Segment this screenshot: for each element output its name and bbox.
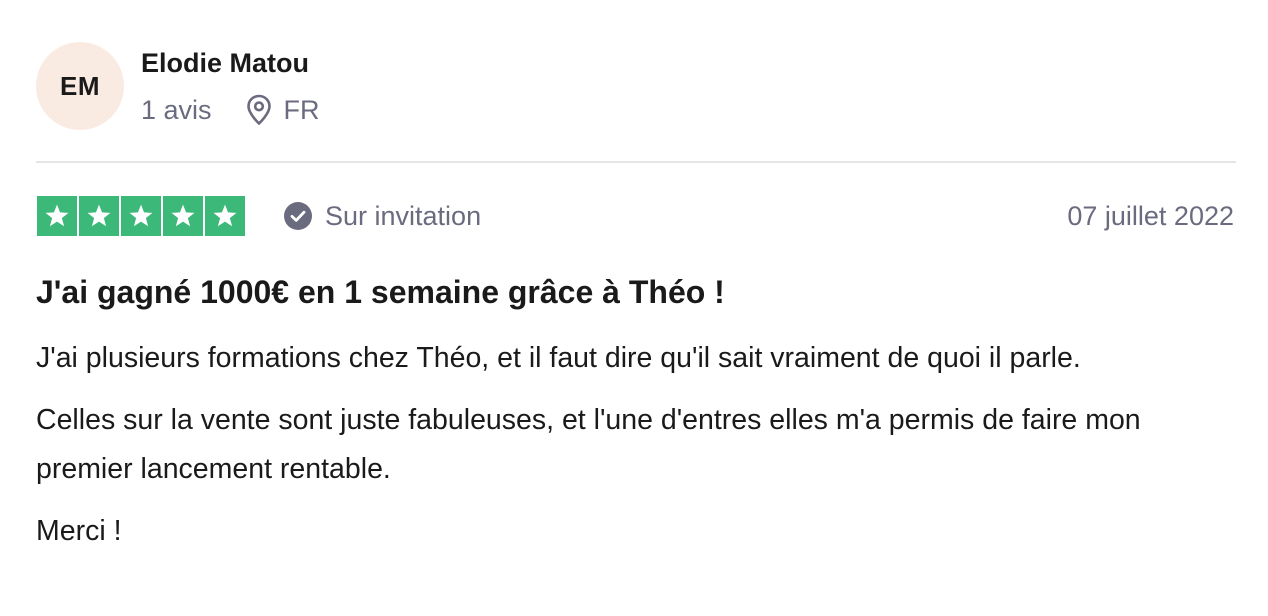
check-circle-icon [283, 201, 313, 231]
star-icon [79, 196, 119, 236]
star-icon [163, 196, 203, 236]
review-date: 07 juillet 2022 [1067, 201, 1234, 231]
review-body: J'ai plusieurs formations chez Théo, et … [36, 334, 1236, 569]
review-paragraph: Merci ! [36, 515, 122, 547]
reviewer-meta: 1 avis FR [141, 92, 320, 128]
review-count: 1 avis [141, 94, 212, 125]
star-icon [205, 196, 245, 236]
location-pin-icon [246, 94, 272, 126]
review-paragraph: Celles sur la vente sont juste fabuleuse… [36, 404, 1141, 485]
verification-label[interactable]: Sur invitation [283, 198, 481, 234]
review-paragraph: J'ai plusieurs formations chez Théo, et … [36, 342, 1081, 374]
avatar[interactable]: EM [36, 42, 124, 130]
avatar-initials: EM [60, 70, 100, 101]
divider [36, 161, 1236, 163]
star-icon [121, 196, 161, 236]
reviewer-name[interactable]: Elodie Matou [141, 46, 309, 80]
verification-text: Sur invitation [325, 200, 482, 231]
star-icon [37, 196, 77, 236]
review-title[interactable]: J'ai gagné 1000€ en 1 semaine grâce à Th… [36, 271, 725, 313]
reviewer-country: FR [283, 94, 320, 125]
star-rating [37, 196, 245, 236]
